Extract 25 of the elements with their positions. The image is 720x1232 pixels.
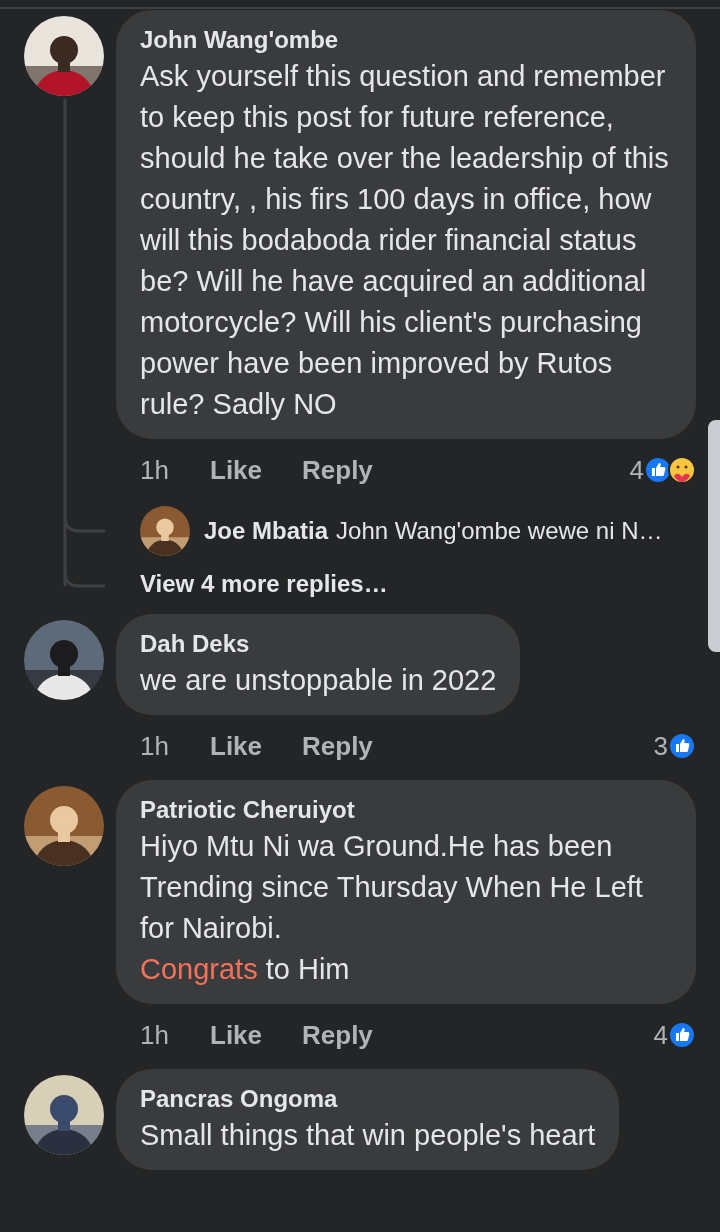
scrollbar[interactable]: [708, 420, 720, 652]
comment-text: we are unstoppable in 2022: [140, 663, 497, 698]
tag-link[interactable]: Congrats: [140, 953, 258, 985]
author-name[interactable]: Patriotic Cheruiyot: [140, 794, 672, 826]
like-link[interactable]: Like: [210, 454, 263, 486]
reply-link[interactable]: Reply: [302, 454, 373, 486]
reaction-count: 3: [653, 730, 668, 762]
reply-link[interactable]: Reply: [302, 1019, 373, 1051]
reaction-count: 4: [653, 1019, 668, 1051]
like-link[interactable]: Like: [210, 1019, 263, 1051]
author-name[interactable]: Dah Deks: [140, 628, 497, 660]
comment-text: Small things that win people's heart: [140, 1118, 596, 1153]
reply-preview: John Wang'ombe wewe ni N…: [336, 517, 663, 545]
like-link[interactable]: Like: [210, 730, 263, 762]
timestamp: 1h: [140, 1019, 170, 1051]
author-name[interactable]: Joe Mbatia: [204, 517, 329, 545]
timestamp: 1h: [140, 730, 170, 762]
author-name[interactable]: Pancras Ongoma: [140, 1083, 596, 1115]
timestamp: 1h: [140, 454, 170, 486]
comment-text: Ask yourself this question and remember to keep this post for future reference, should he take over the leadership of this country, , his firs 100 days in office, how will this bodaboda rider financial status be? Will he have acquired an additional motorcycle? Will his client's purchasing power have been improved by Rutos rule? Sadly NO: [140, 59, 670, 422]
comment-text: Hiyo Mtu Ni wa Ground.He has been Trending since Thursday When He Left for Nairobi. Congrats to Him: [140, 829, 644, 987]
author-name[interactable]: John Wang'ombe: [140, 24, 672, 56]
reaction-count: 4: [629, 454, 644, 486]
reply-link[interactable]: Reply: [302, 730, 373, 762]
view-more-link[interactable]: View 4 more replies…: [140, 561, 720, 611]
